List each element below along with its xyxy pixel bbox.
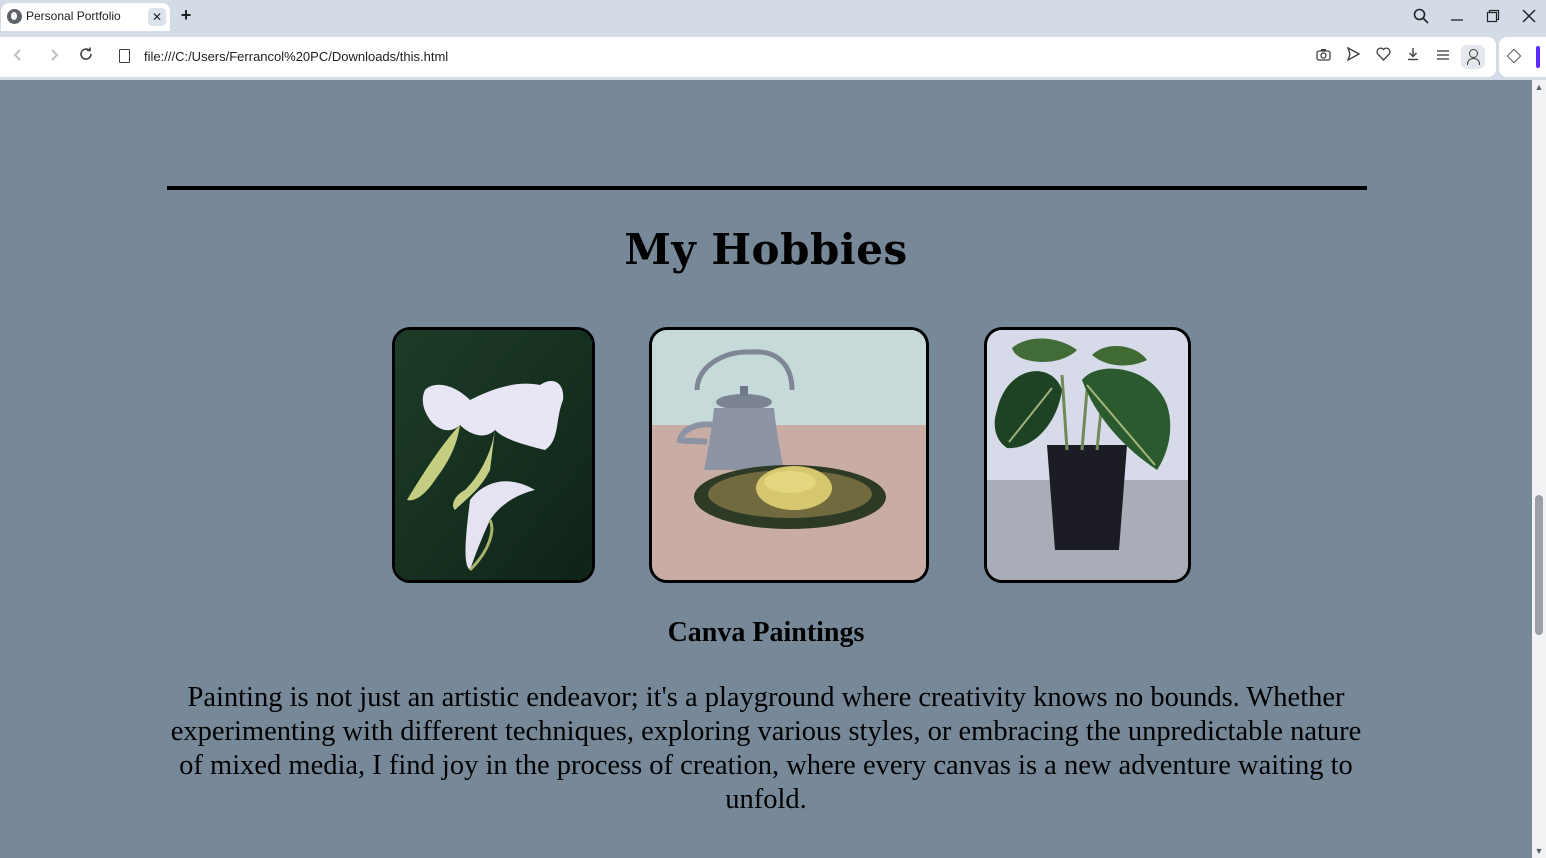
minimize-icon[interactable] bbox=[1442, 5, 1472, 27]
restore-icon[interactable] bbox=[1478, 5, 1508, 27]
potted-plant-painting bbox=[984, 327, 1191, 583]
menu-icon[interactable] bbox=[1433, 47, 1453, 67]
forward-arrow-icon[interactable] bbox=[43, 46, 65, 68]
kettle-lemon-painting bbox=[649, 327, 929, 583]
hobby-description: Painting is not just an artistic endeavo… bbox=[170, 682, 1362, 815]
send-icon[interactable] bbox=[1343, 46, 1363, 67]
page-scrollbar[interactable]: ▲ ▼ bbox=[1532, 80, 1546, 858]
tab-personal-portfolio[interactable]: Personal Portfolio ✕ bbox=[1, 3, 170, 31]
address-bar: file:///C:/Users/Ferrancol%20PC/Download… bbox=[0, 37, 1496, 77]
camera-icon[interactable] bbox=[1313, 47, 1333, 67]
calla-lily-painting bbox=[392, 327, 595, 583]
extensions-panel bbox=[1499, 37, 1546, 77]
scrollbar-thumb[interactable] bbox=[1535, 495, 1543, 635]
search-icon[interactable] bbox=[1406, 5, 1436, 27]
section-divider bbox=[167, 186, 1367, 190]
scroll-down-icon[interactable]: ▼ bbox=[1534, 846, 1544, 856]
reload-icon[interactable] bbox=[75, 46, 97, 68]
tab-title: Personal Portfolio bbox=[26, 9, 121, 23]
tab-close-button[interactable]: ✕ bbox=[148, 8, 166, 26]
tab-bar: Personal Portfolio ✕ + bbox=[0, 0, 1546, 32]
download-icon[interactable] bbox=[1403, 47, 1423, 67]
globe-icon bbox=[7, 9, 22, 24]
scroll-up-icon[interactable]: ▲ bbox=[1534, 82, 1544, 92]
sidebar-accent bbox=[1536, 46, 1540, 68]
profile-icon[interactable] bbox=[1461, 45, 1485, 69]
url-field[interactable]: file:///C:/Users/Ferrancol%20PC/Download… bbox=[144, 49, 448, 64]
hobby-title: Canva Paintings bbox=[667, 617, 865, 648]
page-viewport: My Hobbies Canva Paintings Painting is n… bbox=[0, 80, 1532, 858]
section-title: My Hobbies bbox=[624, 225, 908, 274]
file-icon bbox=[119, 49, 130, 63]
cube-icon[interactable] bbox=[1506, 48, 1522, 64]
heart-icon[interactable] bbox=[1373, 47, 1393, 67]
new-tab-button[interactable]: + bbox=[176, 6, 196, 26]
back-arrow-icon[interactable] bbox=[7, 46, 29, 68]
close-icon[interactable] bbox=[1514, 5, 1544, 27]
